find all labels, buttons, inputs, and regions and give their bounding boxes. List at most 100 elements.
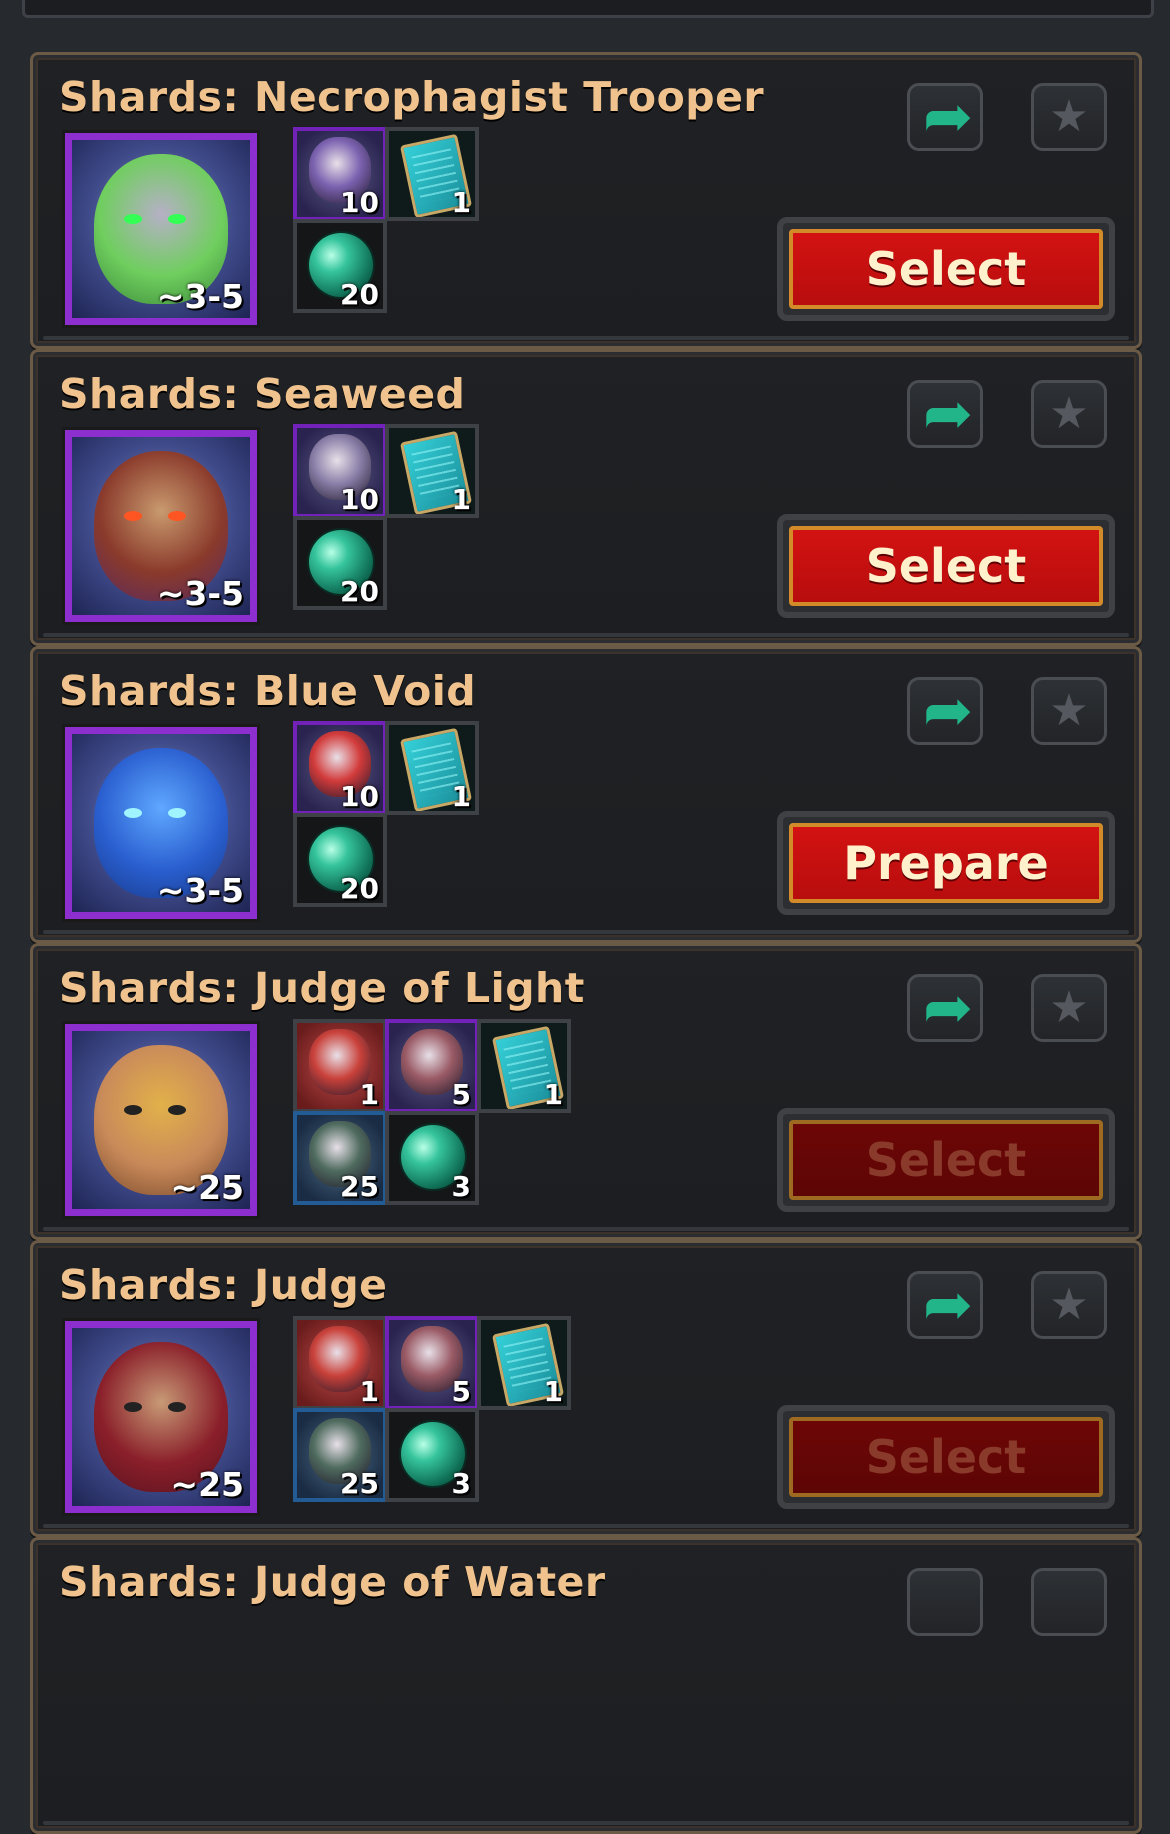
favorite-button[interactable] xyxy=(1031,1568,1107,1636)
share-button[interactable]: ➦ xyxy=(907,83,983,151)
requirement-item[interactable]: 20 xyxy=(293,219,387,313)
item-quantity: 20 xyxy=(340,872,379,905)
share-arrow-icon: ➦ xyxy=(922,1270,974,1340)
item-quantity: 1 xyxy=(359,1078,379,1111)
favorite-button[interactable]: ★ xyxy=(1031,974,1107,1042)
requirement-item[interactable]: 1 xyxy=(477,1019,571,1113)
shard-range: ~25 xyxy=(170,1168,244,1207)
shard-title: Shards: Necrophagist Trooper xyxy=(59,73,765,121)
shard-range: ~25 xyxy=(170,1465,244,1504)
requirement-item[interactable]: 25 xyxy=(293,1408,387,1502)
shard-card: Shards: Seaweed ~3-5 10 1 20 ➦ ★ Select xyxy=(30,349,1142,646)
requirement-item[interactable]: 1 xyxy=(293,1019,387,1113)
requirement-item[interactable]: 10 xyxy=(293,424,387,518)
select-button[interactable]: Select xyxy=(777,217,1115,321)
requirement-item[interactable]: 3 xyxy=(385,1111,479,1205)
share-button[interactable] xyxy=(907,1568,983,1636)
hero-portrait[interactable]: ~3-5 xyxy=(65,727,257,919)
shard-title: Shards: Seaweed xyxy=(59,370,466,418)
shard-range: ~3-5 xyxy=(156,574,244,613)
hero-eye xyxy=(124,511,142,521)
requirement-item[interactable]: 25 xyxy=(293,1111,387,1205)
hero-eye xyxy=(124,808,142,818)
hero-eye xyxy=(124,1105,142,1115)
share-button[interactable]: ➦ xyxy=(907,1271,983,1339)
hero-portrait[interactable]: ~25 xyxy=(65,1321,257,1513)
shard-range: ~3-5 xyxy=(156,277,244,316)
star-icon: ★ xyxy=(1049,388,1089,439)
requirement-item[interactable]: 3 xyxy=(385,1408,479,1502)
action-label: Select xyxy=(789,526,1103,606)
item-quantity: 1 xyxy=(543,1078,563,1111)
item-quantity: 3 xyxy=(451,1467,471,1500)
requirement-item[interactable]: 20 xyxy=(293,516,387,610)
select-button[interactable]: Select xyxy=(777,1108,1115,1212)
select-button[interactable]: Select xyxy=(777,514,1115,618)
requirement-item[interactable]: 1 xyxy=(385,721,479,815)
item-quantity: 1 xyxy=(359,1375,379,1408)
favorite-button[interactable]: ★ xyxy=(1031,380,1107,448)
hero-eye xyxy=(124,1402,142,1412)
share-button[interactable]: ➦ xyxy=(907,974,983,1042)
share-arrow-icon: ➦ xyxy=(922,973,974,1043)
item-quantity: 20 xyxy=(340,278,379,311)
hero-eye xyxy=(168,808,186,818)
action-label: Select xyxy=(789,1120,1103,1200)
item-quantity: 5 xyxy=(451,1375,471,1408)
shard-card: Shards: Blue Void ~3-5 10 1 20 ➦ ★ Prepare xyxy=(30,646,1142,943)
shard-title: Shards: Judge of Water xyxy=(59,1558,606,1606)
shard-title: Shards: Judge xyxy=(59,1261,388,1309)
item-quantity: 3 xyxy=(451,1170,471,1203)
hero-eye xyxy=(124,214,142,224)
share-button[interactable]: ➦ xyxy=(907,380,983,448)
hero-portrait[interactable]: ~3-5 xyxy=(65,430,257,622)
item-quantity: 25 xyxy=(340,1170,379,1203)
share-arrow-icon: ➦ xyxy=(922,82,974,152)
top-panel-edge xyxy=(22,0,1154,18)
requirement-item[interactable]: 1 xyxy=(385,127,479,221)
favorite-button[interactable]: ★ xyxy=(1031,83,1107,151)
requirement-item[interactable]: 10 xyxy=(293,721,387,815)
item-quantity: 1 xyxy=(451,483,471,516)
requirement-item[interactable]: 20 xyxy=(293,813,387,907)
shard-card: Shards: Judge of Water xyxy=(30,1537,1142,1834)
requirement-item[interactable]: 1 xyxy=(293,1316,387,1410)
favorite-button[interactable]: ★ xyxy=(1031,677,1107,745)
item-quantity: 10 xyxy=(340,483,379,516)
share-button[interactable]: ➦ xyxy=(907,677,983,745)
hero-portrait[interactable]: ~25 xyxy=(65,1024,257,1216)
item-quantity: 10 xyxy=(340,780,379,813)
shard-title: Shards: Blue Void xyxy=(59,667,477,715)
shard-range: ~3-5 xyxy=(156,871,244,910)
star-icon: ★ xyxy=(1049,1279,1089,1330)
star-icon: ★ xyxy=(1049,685,1089,736)
prepare-button[interactable]: Prepare xyxy=(777,811,1115,915)
requirement-item[interactable]: 1 xyxy=(477,1316,571,1410)
item-quantity: 1 xyxy=(451,186,471,219)
star-icon: ★ xyxy=(1049,91,1089,142)
favorite-button[interactable]: ★ xyxy=(1031,1271,1107,1339)
hero-eye xyxy=(168,511,186,521)
shard-card: Shards: Judge ~25 1 5 1 25 3 ➦ ★ Select xyxy=(30,1240,1142,1537)
hero-eye xyxy=(168,1402,186,1412)
action-label: Select xyxy=(789,229,1103,309)
hero-eye xyxy=(168,214,186,224)
requirement-item[interactable]: 10 xyxy=(293,127,387,221)
select-button[interactable]: Select xyxy=(777,1405,1115,1509)
item-quantity: 1 xyxy=(451,780,471,813)
hero-portrait[interactable]: ~3-5 xyxy=(65,133,257,325)
item-quantity: 10 xyxy=(340,186,379,219)
requirement-item[interactable]: 5 xyxy=(385,1019,479,1113)
action-label: Select xyxy=(789,1417,1103,1497)
shard-title: Shards: Judge of Light xyxy=(59,964,585,1012)
star-icon: ★ xyxy=(1049,982,1089,1033)
shard-card: Shards: Necrophagist Trooper ~3-5 10 1 20 ➦ ★ S… xyxy=(30,52,1142,349)
requirement-item[interactable]: 5 xyxy=(385,1316,479,1410)
hero-eye xyxy=(168,1105,186,1115)
item-quantity: 20 xyxy=(340,575,379,608)
share-arrow-icon: ➦ xyxy=(922,676,974,746)
action-label: Prepare xyxy=(789,823,1103,903)
requirement-item[interactable]: 1 xyxy=(385,424,479,518)
share-arrow-icon: ➦ xyxy=(922,379,974,449)
item-quantity: 25 xyxy=(340,1467,379,1500)
